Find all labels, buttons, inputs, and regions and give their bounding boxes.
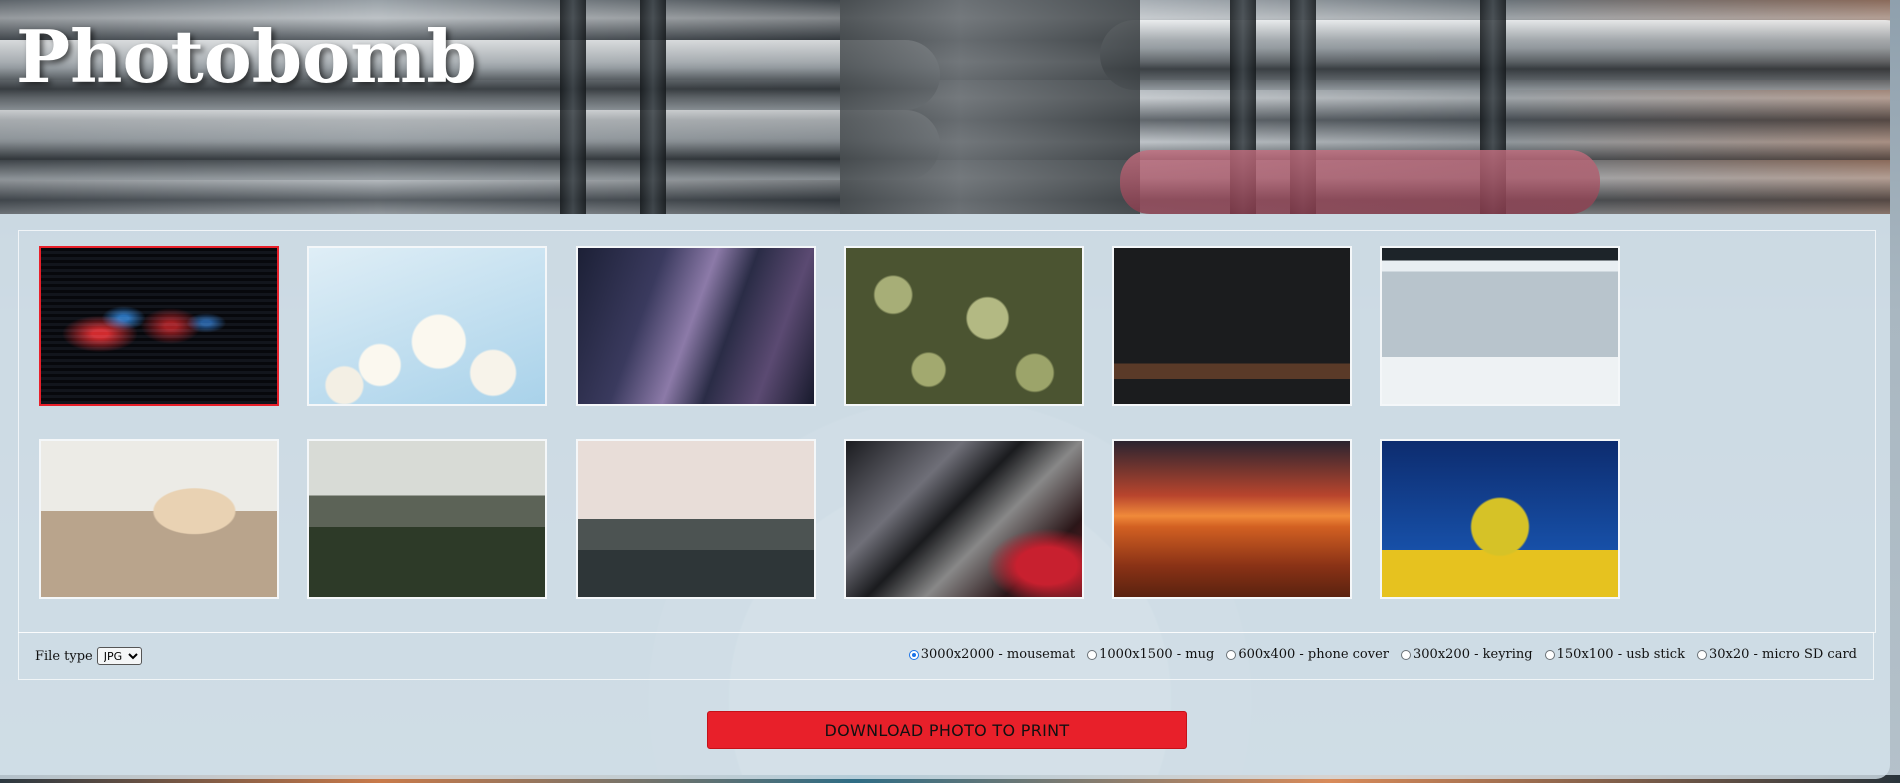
roller-graphic xyxy=(0,110,940,180)
filetype-label: File type xyxy=(35,648,93,664)
size-option-label: 1000x1500 - mug xyxy=(1099,647,1215,662)
photo-thumbnail-dark-red-blue-lights[interactable] xyxy=(39,246,279,406)
pink-roller xyxy=(1120,150,1600,214)
size-option-label: 30x20 - micro SD card xyxy=(1708,647,1857,662)
size-option-label: 150x100 - usb stick xyxy=(1556,647,1685,662)
size-option[interactable]: 300x200 - keyring xyxy=(1401,647,1533,662)
photo-thumbnail-green-succulents[interactable] xyxy=(844,246,1084,406)
main-panel: File type JPG 3000x2000 - mousemat 1000x1… xyxy=(0,214,1890,779)
photo-thumbnail-woodworking-tools[interactable] xyxy=(39,439,279,599)
size-option[interactable]: 30x20 - micro SD card xyxy=(1696,647,1857,662)
photo-thumbnail-red-chrome-abstract[interactable] xyxy=(844,439,1084,599)
size-option-label: 600x400 - phone cover xyxy=(1238,647,1390,662)
photo-thumbnail-boat-at-sunset[interactable] xyxy=(1112,439,1352,599)
size-radio[interactable] xyxy=(1087,649,1098,660)
photo-thumbnail-white-blossoms[interactable] xyxy=(307,246,547,406)
photo-thumbnail-purple-skyscrapers[interactable] xyxy=(576,246,816,406)
photo-thumbnail-yellow-tree-blue-sky[interactable] xyxy=(1380,439,1620,599)
size-option[interactable]: 3000x2000 - mousemat xyxy=(908,647,1076,662)
header-banner: Photobomb xyxy=(0,0,1890,214)
size-radio[interactable] xyxy=(1226,649,1237,660)
download-button[interactable]: DOWNLOAD PHOTO TO PRINT xyxy=(707,711,1187,749)
size-radio-group: 3000x2000 - mousemat 1000x1500 - mug 600x4… xyxy=(908,647,1857,662)
size-radio[interactable] xyxy=(908,649,919,660)
band-graphic xyxy=(640,0,666,214)
photo-thumbnail-frozen-waterfall[interactable] xyxy=(1380,246,1620,406)
photo-thumbnail-foggy-coastline[interactable] xyxy=(576,439,816,599)
print-options-bar: File type JPG 3000x2000 - mousemat 1000x1… xyxy=(18,632,1874,680)
size-radio[interactable] xyxy=(1401,649,1412,660)
site-title: Photobomb xyxy=(16,14,477,99)
filetype-select[interactable]: JPG xyxy=(96,647,142,665)
size-radio[interactable] xyxy=(1544,649,1555,660)
size-option-label: 3000x2000 - mousemat xyxy=(920,647,1076,662)
band-graphic xyxy=(560,0,586,214)
size-option-label: 300x200 - keyring xyxy=(1413,647,1533,662)
size-option[interactable]: 1000x1500 - mug xyxy=(1087,647,1214,662)
size-option[interactable]: 600x400 - phone cover xyxy=(1226,647,1389,662)
machine-bracket xyxy=(840,0,1140,214)
filetype-control: File type JPG xyxy=(35,647,142,665)
size-radio[interactable] xyxy=(1696,649,1707,660)
size-option[interactable]: 150x100 - usb stick xyxy=(1544,647,1685,662)
photo-thumbnail-desktop-computer[interactable] xyxy=(1112,246,1352,406)
photo-thumbnail-greenhouse-interior[interactable] xyxy=(307,439,547,599)
photo-gallery xyxy=(18,230,1876,633)
